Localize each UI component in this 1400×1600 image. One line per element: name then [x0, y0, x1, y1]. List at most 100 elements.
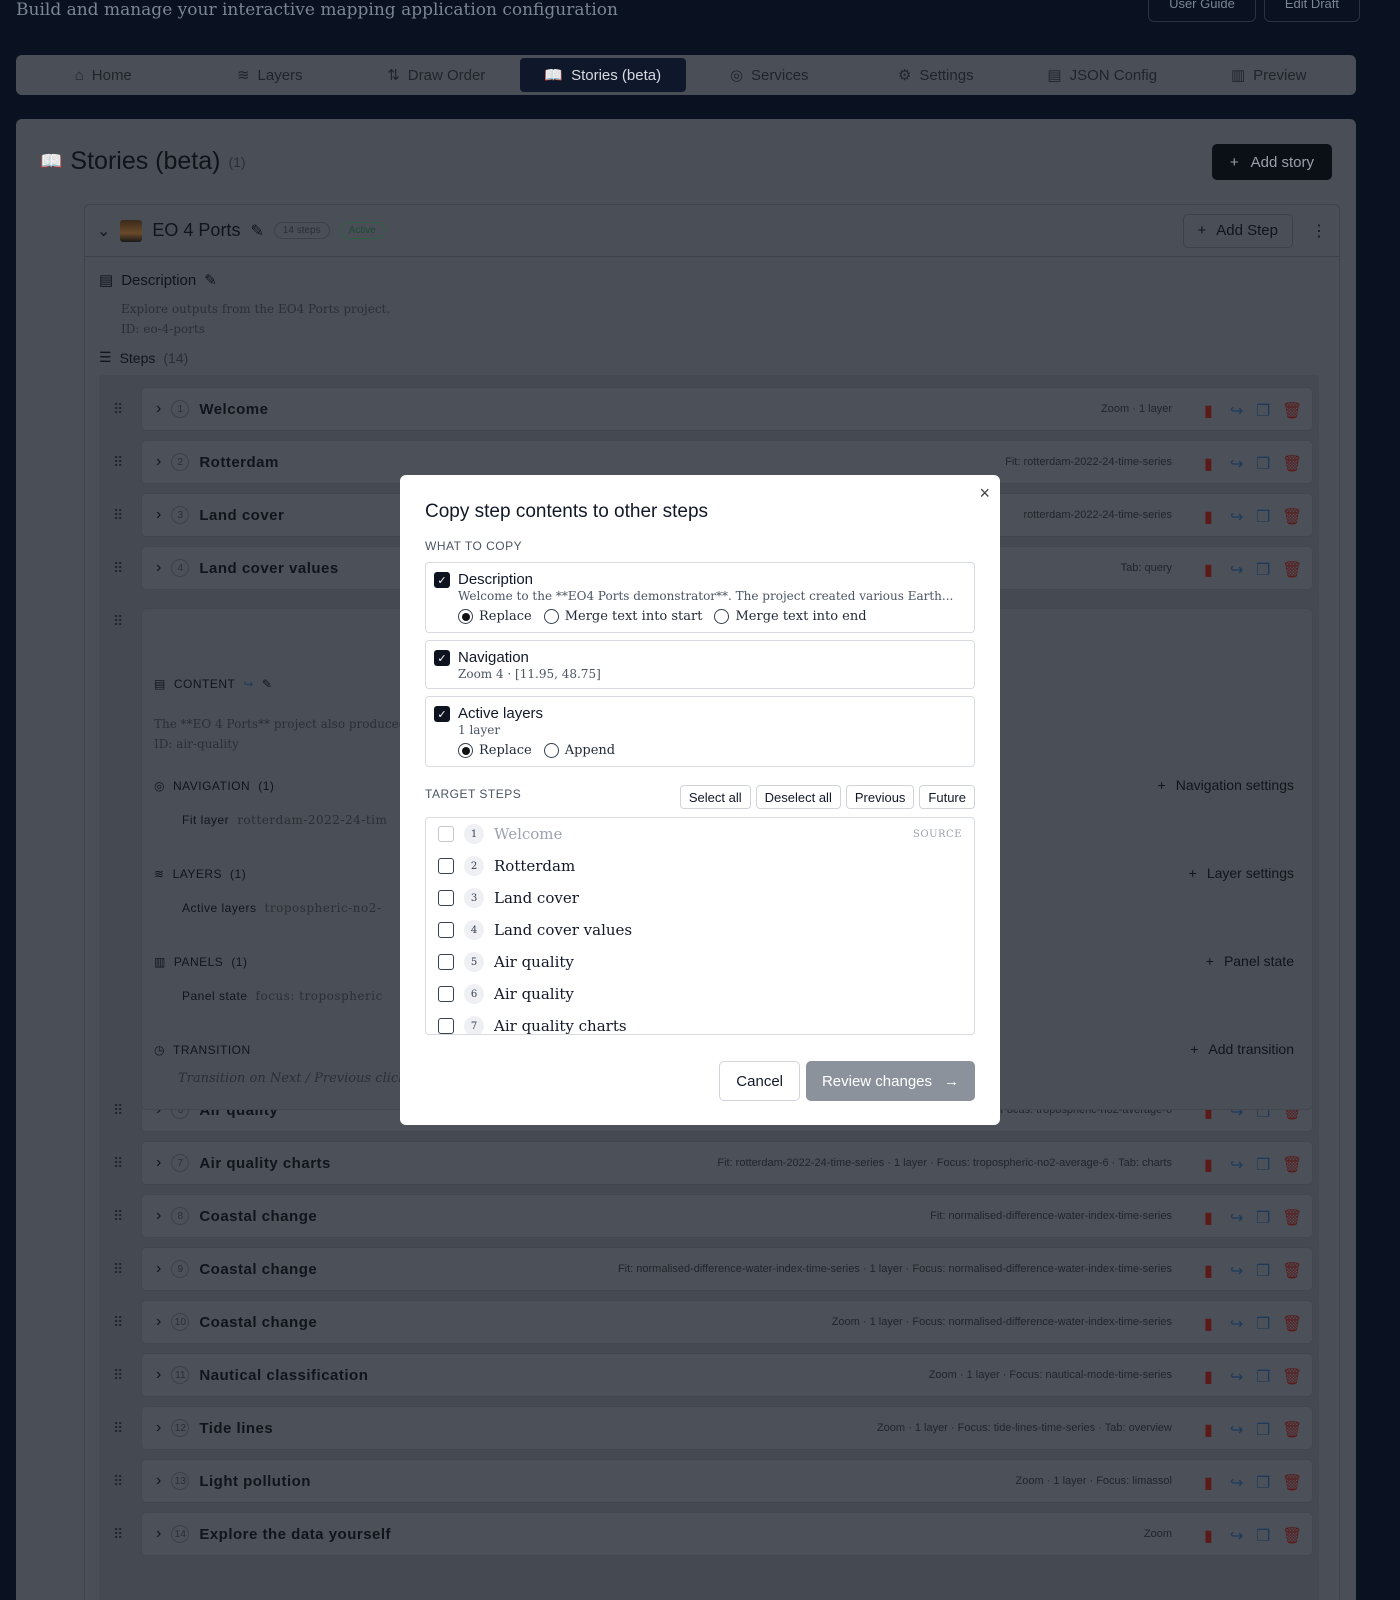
target-checkbox[interactable] — [438, 954, 454, 970]
chevron-down-icon[interactable]: ⌄ — [97, 221, 110, 241]
chevron-right-icon[interactable]: › — [156, 1260, 161, 1278]
step-row[interactable]: › 1 Welcome Zoom · 1 layer ▮ ↪ ❐ 🗑 — [141, 387, 1313, 431]
future-button[interactable]: Future — [919, 785, 975, 809]
trash-icon[interactable]: 🗑 — [1282, 1155, 1302, 1174]
pdf-icon[interactable]: ▮ — [1204, 1526, 1220, 1545]
target-step-row[interactable]: 2 Rotterdam — [426, 850, 974, 882]
copy-icon[interactable]: ❐ — [1256, 454, 1272, 473]
pdf-icon[interactable]: ▮ — [1204, 1314, 1220, 1333]
drag-handle-icon[interactable]: ⠿ — [113, 1261, 123, 1278]
step-row[interactable]: › 11 Nautical classification Zoom · 1 layer… — [141, 1353, 1313, 1397]
share-icon[interactable]: ↪ — [1230, 1208, 1246, 1227]
previous-button[interactable]: Previous — [845, 785, 915, 809]
target-checkbox[interactable] — [438, 1018, 454, 1034]
navigation-checkbox[interactable]: ✓ — [434, 650, 450, 666]
copy-icon[interactable]: ❐ — [1256, 1420, 1272, 1439]
tab-settings[interactable]: ⚙ Settings — [853, 58, 1020, 92]
target-step-row[interactable]: 3 Land cover — [426, 882, 974, 914]
copy-icon[interactable]: ❐ — [1256, 401, 1272, 420]
chevron-right-icon[interactable]: › — [156, 1154, 161, 1172]
chevron-right-icon[interactable]: › — [156, 1472, 161, 1490]
share-icon[interactable]: ↪ — [1230, 454, 1246, 473]
pdf-icon[interactable]: ▮ — [1204, 1420, 1220, 1439]
drag-handle-icon[interactable]: ⠿ — [113, 507, 123, 524]
drag-handle-icon[interactable]: ⠿ — [113, 1420, 123, 1437]
target-step-row[interactable]: 4 Land cover values — [426, 914, 974, 946]
pdf-icon[interactable]: ▮ — [1204, 507, 1220, 526]
edit-icon[interactable]: ✎ — [262, 677, 273, 691]
add-story-button[interactable]: + Add story — [1211, 144, 1332, 180]
share-icon[interactable]: ↪ — [1230, 1155, 1246, 1174]
trash-icon[interactable]: 🗑 — [1282, 507, 1302, 526]
pdf-icon[interactable]: ▮ — [1204, 454, 1220, 473]
review-changes-button[interactable]: Review changes → — [805, 1061, 975, 1101]
copy-icon[interactable]: ❐ — [1256, 560, 1272, 579]
layers-replace-radio[interactable]: Replace — [458, 743, 532, 758]
chevron-right-icon[interactable]: › — [156, 453, 161, 471]
edit-icon[interactable]: ✎ — [204, 271, 217, 289]
tab-layers[interactable]: ≋ Layers — [187, 58, 354, 92]
chevron-right-icon[interactable]: › — [156, 1419, 161, 1437]
tab-home[interactable]: ⌂ Home — [20, 58, 187, 92]
tab-draw-order[interactable]: ⇅ Draw Order — [353, 58, 520, 92]
share-icon[interactable]: ↪ — [1230, 1261, 1246, 1280]
target-step-row[interactable]: 6 Air quality — [426, 978, 974, 1010]
share-icon[interactable]: ↪ — [243, 677, 254, 691]
trash-icon[interactable]: 🗑 — [1282, 1420, 1302, 1439]
chevron-right-icon[interactable]: › — [156, 1525, 161, 1543]
tab-json-config[interactable]: ▤ JSON Config — [1019, 58, 1186, 92]
panel-state-button[interactable]: + Panel state — [1206, 953, 1294, 969]
edit-draft-button[interactable]: Edit Draft — [1263, 0, 1360, 22]
target-checkbox[interactable] — [438, 922, 454, 938]
target-step-row[interactable]: 7 Air quality charts — [426, 1010, 974, 1034]
trash-icon[interactable]: 🗑 — [1282, 1261, 1302, 1280]
step-row[interactable]: › 14 Explore the data yourself Zoom ▮ ↪ ❐ 🗑 — [141, 1512, 1313, 1556]
share-icon[interactable]: ↪ — [1230, 1314, 1246, 1333]
pdf-icon[interactable]: ▮ — [1204, 401, 1220, 420]
chevron-right-icon[interactable]: › — [156, 506, 161, 524]
share-icon[interactable]: ↪ — [1230, 1526, 1246, 1545]
chevron-right-icon[interactable]: › — [156, 1313, 161, 1331]
trash-icon[interactable]: 🗑 — [1282, 560, 1302, 579]
drag-handle-icon[interactable]: ⠿ — [113, 1367, 123, 1384]
step-row[interactable]: › 10 Coastal change Zoom · 1 layer · Focus:… — [141, 1300, 1313, 1344]
copy-icon[interactable]: ❐ — [1256, 1155, 1272, 1174]
tab-services[interactable]: ◎ Services — [686, 58, 853, 92]
drag-handle-icon[interactable]: ⠿ — [113, 1473, 123, 1490]
navigation-settings-button[interactable]: + Navigation settings — [1158, 777, 1294, 793]
user-guide-button[interactable]: User Guide — [1148, 0, 1256, 22]
step-row[interactable]: › 9 Coastal change Fit: normalised-differen… — [141, 1247, 1313, 1291]
share-icon[interactable]: ↪ — [1230, 1367, 1246, 1386]
desc-replace-radio[interactable]: Replace — [458, 609, 532, 624]
copy-icon[interactable]: ❐ — [1256, 1367, 1272, 1386]
drag-handle-icon[interactable]: ⠿ — [113, 613, 123, 630]
trash-icon[interactable]: 🗑 — [1282, 1208, 1302, 1227]
copy-icon[interactable]: ❐ — [1256, 1261, 1272, 1280]
chevron-right-icon[interactable]: › — [156, 400, 161, 418]
tab-preview[interactable]: ▥ Preview — [1186, 58, 1353, 92]
trash-icon[interactable]: 🗑 — [1282, 1367, 1302, 1386]
desc-merge-end-radio[interactable]: Merge text into end — [714, 609, 867, 624]
description-checkbox[interactable]: ✓ — [434, 572, 450, 588]
share-icon[interactable]: ↪ — [1230, 1473, 1246, 1492]
pdf-icon[interactable]: ▮ — [1204, 560, 1220, 579]
desc-merge-start-radio[interactable]: Merge text into start — [543, 609, 702, 624]
pdf-icon[interactable]: ▮ — [1204, 1208, 1220, 1227]
trash-icon[interactable]: 🗑 — [1282, 1314, 1302, 1333]
share-icon[interactable]: ↪ — [1230, 401, 1246, 420]
chevron-right-icon[interactable]: › — [156, 559, 161, 577]
share-icon[interactable]: ↪ — [1230, 1420, 1246, 1439]
pdf-icon[interactable]: ▮ — [1204, 1367, 1220, 1386]
trash-icon[interactable]: 🗑 — [1282, 1473, 1302, 1492]
chevron-right-icon[interactable]: › — [156, 1207, 161, 1225]
share-icon[interactable]: ↪ — [1230, 507, 1246, 526]
pdf-icon[interactable]: ▮ — [1204, 1473, 1220, 1492]
drag-handle-icon[interactable]: ⠿ — [113, 1155, 123, 1172]
drag-handle-icon[interactable]: ⠿ — [113, 1314, 123, 1331]
target-checkbox[interactable] — [438, 890, 454, 906]
drag-handle-icon[interactable]: ⠿ — [113, 560, 123, 577]
trash-icon[interactable]: 🗑 — [1282, 1526, 1302, 1545]
step-row[interactable]: › 7 Air quality charts Fit: rotterdam-2022-… — [141, 1141, 1313, 1185]
more-icon[interactable]: ⋮ — [1311, 221, 1327, 241]
pdf-icon[interactable]: ▮ — [1204, 1155, 1220, 1174]
